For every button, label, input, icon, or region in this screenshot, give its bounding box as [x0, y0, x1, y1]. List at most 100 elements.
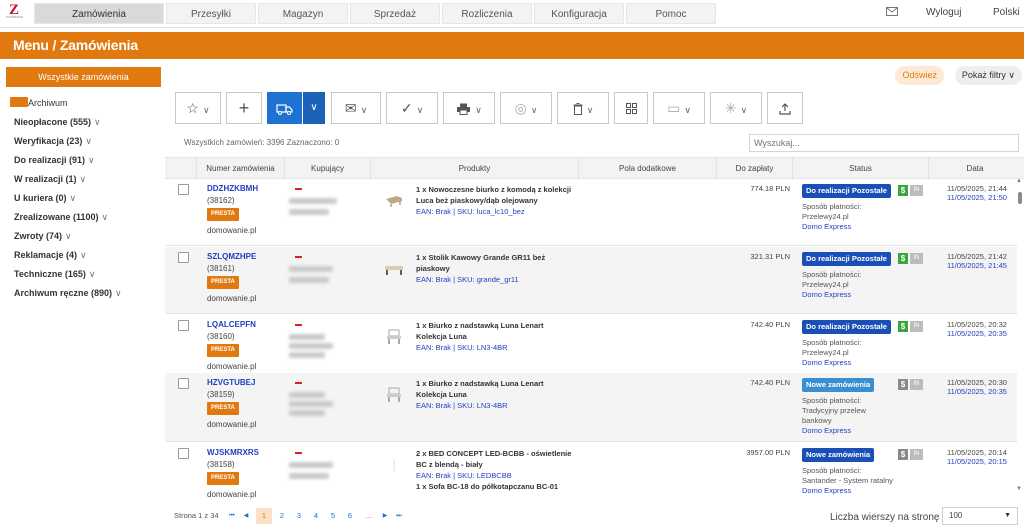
delete-button[interactable]: ∨: [557, 92, 609, 124]
product-name[interactable]: 1 x Biurko z nadstawką Luna Lenart Kolek…: [416, 321, 544, 341]
email-button[interactable]: ✉ ∨: [331, 92, 381, 124]
table-row[interactable]: WJSKMRXRS (38158) PRESTA domowanie.pl 2 …: [165, 443, 1017, 499]
favorite-button[interactable]: ☆ ∨: [175, 92, 221, 124]
sidebar-item-verification[interactable]: Weryfikacja (23) ∨: [14, 136, 92, 147]
status-badge[interactable]: Nowe zamówienia: [802, 378, 875, 392]
status-badge[interactable]: Nowe zamówienia: [802, 448, 875, 462]
column-header-status[interactable]: Status: [793, 158, 929, 180]
product-thumbnail[interactable]: [383, 193, 405, 209]
table-row[interactable]: SZLQMZHPE (38161) PRESTA domowanie.pl 1 …: [165, 247, 1017, 314]
sidebar-item-complaints[interactable]: Reklamacje (4) ∨: [14, 250, 87, 261]
status-badge[interactable]: Do realizacji Pozostałe: [802, 252, 891, 266]
page-button[interactable]: 4: [310, 508, 322, 524]
next-page-icon[interactable]: ▶: [380, 508, 390, 524]
shipping-method[interactable]: Domo Express: [802, 222, 851, 231]
sidebar-item-unpaid[interactable]: Nieopłacone (555) ∨: [14, 117, 101, 128]
confirm-button[interactable]: ✓ ∨: [386, 92, 438, 124]
shipment-dropdown[interactable]: ∨: [303, 92, 325, 124]
order-number-link[interactable]: DDZHZKBMH: [207, 184, 258, 193]
column-header-order-no[interactable]: Numer zamówienia: [197, 158, 285, 180]
nav-tab-zamowienia[interactable]: Zamówienia: [34, 3, 164, 24]
nav-tab-sprzedaz[interactable]: Sprzedaż: [350, 3, 440, 24]
product-name[interactable]: 1 x Biurko z nadstawką Luna Lenart Kolek…: [416, 379, 544, 399]
table-row[interactable]: DDZHZKBMH (38162) PRESTA domowanie.pl 1 …: [165, 179, 1017, 246]
order-number-link[interactable]: WJSKMRXRS: [207, 448, 259, 457]
shipment-button[interactable]: [267, 92, 302, 124]
refresh-button[interactable]: Odśwież: [895, 66, 944, 85]
product-thumbnail[interactable]: [383, 261, 405, 277]
search-input[interactable]: [749, 134, 1019, 152]
scanner-button[interactable]: ▭ ∨: [653, 92, 705, 124]
row-checkbox[interactable]: [178, 448, 189, 459]
product-name[interactable]: 2 x BED CONCEPT LED-BCBB - oświetlenie B…: [416, 449, 571, 469]
shipping-method[interactable]: Domo Express: [802, 426, 851, 435]
order-number-link[interactable]: HZVGTUBEJ: [207, 378, 255, 387]
grid-button[interactable]: [614, 92, 648, 124]
product-thumbnail[interactable]: [383, 457, 405, 473]
automation-button[interactable]: ✳ ∨: [710, 92, 762, 124]
row-checkbox[interactable]: [178, 184, 189, 195]
app-logo[interactable]: Z POSMESSN: [6, 3, 23, 24]
language-selector[interactable]: Polski: [993, 0, 1020, 28]
rows-per-page-select[interactable]: 100 ▼: [942, 507, 1018, 525]
nav-tab-konfiguracja[interactable]: Konfiguracja: [534, 3, 624, 24]
status-badge[interactable]: Do realizacji Pozostałe: [802, 320, 891, 334]
mail-icon[interactable]: [886, 0, 898, 28]
page-button[interactable]: 6: [344, 508, 356, 524]
shipping-method[interactable]: Domo Express: [802, 290, 851, 299]
order-id: (38161): [207, 264, 235, 273]
print-button[interactable]: ∨: [443, 92, 495, 124]
scroll-up-icon[interactable]: ▲: [1016, 178, 1022, 184]
status-badge[interactable]: Do realizacji Pozostałe: [802, 184, 891, 198]
nav-tab-magazyn[interactable]: Magazyn: [258, 3, 348, 24]
first-page-icon[interactable]: ⏮: [227, 508, 237, 524]
product-name[interactable]: 1 x Stolik Kawowy Grande GR11 beż piasko…: [416, 253, 545, 273]
sidebar-item-archive[interactable]: Archiwum: [10, 97, 68, 108]
row-checkbox[interactable]: [178, 378, 189, 389]
page-button-current[interactable]: 1: [256, 508, 272, 524]
add-order-button[interactable]: +: [226, 92, 262, 124]
nav-tab-rozliczenia[interactable]: Rozliczenia: [442, 3, 532, 24]
column-header-products[interactable]: Produkty: [371, 158, 579, 180]
order-number-link[interactable]: SZLQMZHPE: [207, 252, 256, 261]
shipping-method[interactable]: Domo Express: [802, 486, 851, 495]
sidebar-item-to-fulfill[interactable]: Do realizacji (91) ∨: [14, 155, 95, 166]
table-scrollbar[interactable]: ▲ ▼: [1016, 178, 1022, 496]
scrollbar-thumb[interactable]: [1018, 192, 1022, 204]
table-row[interactable]: HZVGTUBEJ (38159) PRESTA domowanie.pl 1 …: [165, 373, 1017, 442]
sidebar-item-technical[interactable]: Techniczne (165) ∨: [14, 269, 95, 280]
logout-link[interactable]: Wyloguj: [926, 0, 961, 28]
nav-tab-przesylki[interactable]: Przesyłki: [166, 3, 256, 24]
product-thumbnail[interactable]: [383, 329, 405, 345]
scroll-down-icon[interactable]: ▼: [1016, 486, 1022, 492]
column-header-buyer[interactable]: Kupujący: [285, 158, 371, 180]
product-name[interactable]: 1 x Sofa BC-18 do półkotapczanu BC-01: [416, 482, 558, 491]
column-header-extra-fields[interactable]: Pola dodatkowe: [579, 158, 717, 180]
trash-icon: [573, 100, 583, 116]
table-row[interactable]: LQALCEPFN (38160) PRESTA domowanie.pl 1 …: [165, 315, 1017, 382]
shipping-method[interactable]: Domo Express: [802, 358, 851, 367]
page-button[interactable]: 2: [276, 508, 288, 524]
product-name[interactable]: 1 x Nowoczesne biurko z komodą z kolekcj…: [416, 185, 571, 205]
payment-button[interactable]: ◎ ∨: [500, 92, 552, 124]
product-thumbnail[interactable]: [383, 387, 405, 403]
all-orders-button[interactable]: Wszystkie zamówienia: [6, 67, 161, 87]
column-header-amount[interactable]: Do zapłaty: [717, 158, 793, 180]
sidebar-item-courier[interactable]: U kuriera (0) ∨: [14, 193, 76, 204]
export-button[interactable]: [767, 92, 803, 124]
row-checkbox[interactable]: [178, 252, 189, 263]
nav-tab-pomoc[interactable]: Pomoc: [626, 3, 716, 24]
row-checkbox[interactable]: [178, 320, 189, 331]
column-header-date[interactable]: Data: [929, 158, 1021, 180]
sidebar-item-in-progress[interactable]: W realizacji (1) ∨: [14, 174, 86, 185]
sidebar-item-returns[interactable]: Zwroty (74) ∨: [14, 231, 72, 242]
order-number-link[interactable]: LQALCEPFN: [207, 320, 256, 329]
show-filters-button[interactable]: Pokaż filtry ∨: [954, 66, 1022, 85]
sidebar-item-completed[interactable]: Zrealizowane (1100) ∨: [14, 212, 108, 223]
order-date: 11/05/2025, 20:14: [947, 448, 1007, 457]
last-page-icon[interactable]: ⏭: [394, 508, 404, 524]
page-button[interactable]: 3: [293, 508, 305, 524]
page-button[interactable]: 5: [327, 508, 339, 524]
prev-page-icon[interactable]: ◀: [241, 508, 251, 524]
sidebar-item-manual-archive[interactable]: Archiwum ręczne (890) ∨: [14, 288, 122, 299]
